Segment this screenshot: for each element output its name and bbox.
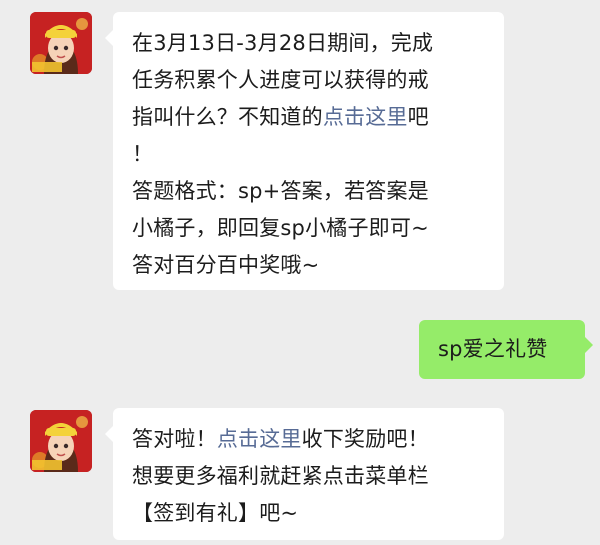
message-text: ！ [132,142,154,166]
message-line: 答对啦！点击这里收下奖励吧！ [132,421,486,458]
avatar-image [30,12,92,74]
message-text: 想要更多福利就赶紧点击菜单栏 [132,464,429,488]
message-line: 【签到有礼】吧~ [132,495,486,532]
message-bubble: 答对啦！点击这里收下奖励吧！ 想要更多福利就赶紧点击菜单栏 【签到有礼】吧~ [105,408,504,540]
message-text: 答对百分百中奖哦~ [132,253,320,277]
click-here-link[interactable]: 点击这里 [217,427,302,451]
message-text: 指叫什么？不知道的 [132,105,323,129]
click-here-link[interactable]: 点击这里 [323,105,408,129]
message-text: 小橘子，即回复sp小橘子即可~ [132,216,429,240]
sender-avatar[interactable] [30,410,92,472]
message-bubble: 在3月13日-3月28日期间，完成 任务积累个人进度可以获得的戒 指叫什么？不知道的… [105,12,504,290]
message-text: 【签到有礼】吧~ [132,501,299,525]
message-line: 指叫什么？不知道的点击这里吧 [132,99,486,136]
message-text: 收下奖励吧！ [301,427,429,451]
message-line: sp爱之礼赞 [438,331,585,368]
message-text: 在3月13日-3月28日期间，完成 [132,31,434,55]
sender-avatar[interactable] [30,12,92,74]
message-line: 在3月13日-3月28日期间，完成 [132,25,486,62]
message-text: sp爱之礼赞 [438,337,548,361]
reply-bubble: sp爱之礼赞 [419,320,593,379]
message-line: 任务积累个人进度可以获得的戒 [132,62,486,99]
message-line: ！ [132,136,486,173]
message-text: 任务积累个人进度可以获得的戒 [132,68,429,92]
message-text: 吧 [407,105,429,129]
message-line: 想要更多福利就赶紧点击菜单栏 [132,458,486,495]
message-line: 答对百分百中奖哦~ [132,247,486,284]
message-text: 答对啦！ [132,427,217,451]
avatar-image [30,410,92,472]
message-line: 小橘子，即回复sp小橘子即可~ [132,210,486,247]
message-line: 答题格式：sp+答案，若答案是 [132,173,486,210]
message-text: 答题格式：sp+答案，若答案是 [132,179,429,203]
